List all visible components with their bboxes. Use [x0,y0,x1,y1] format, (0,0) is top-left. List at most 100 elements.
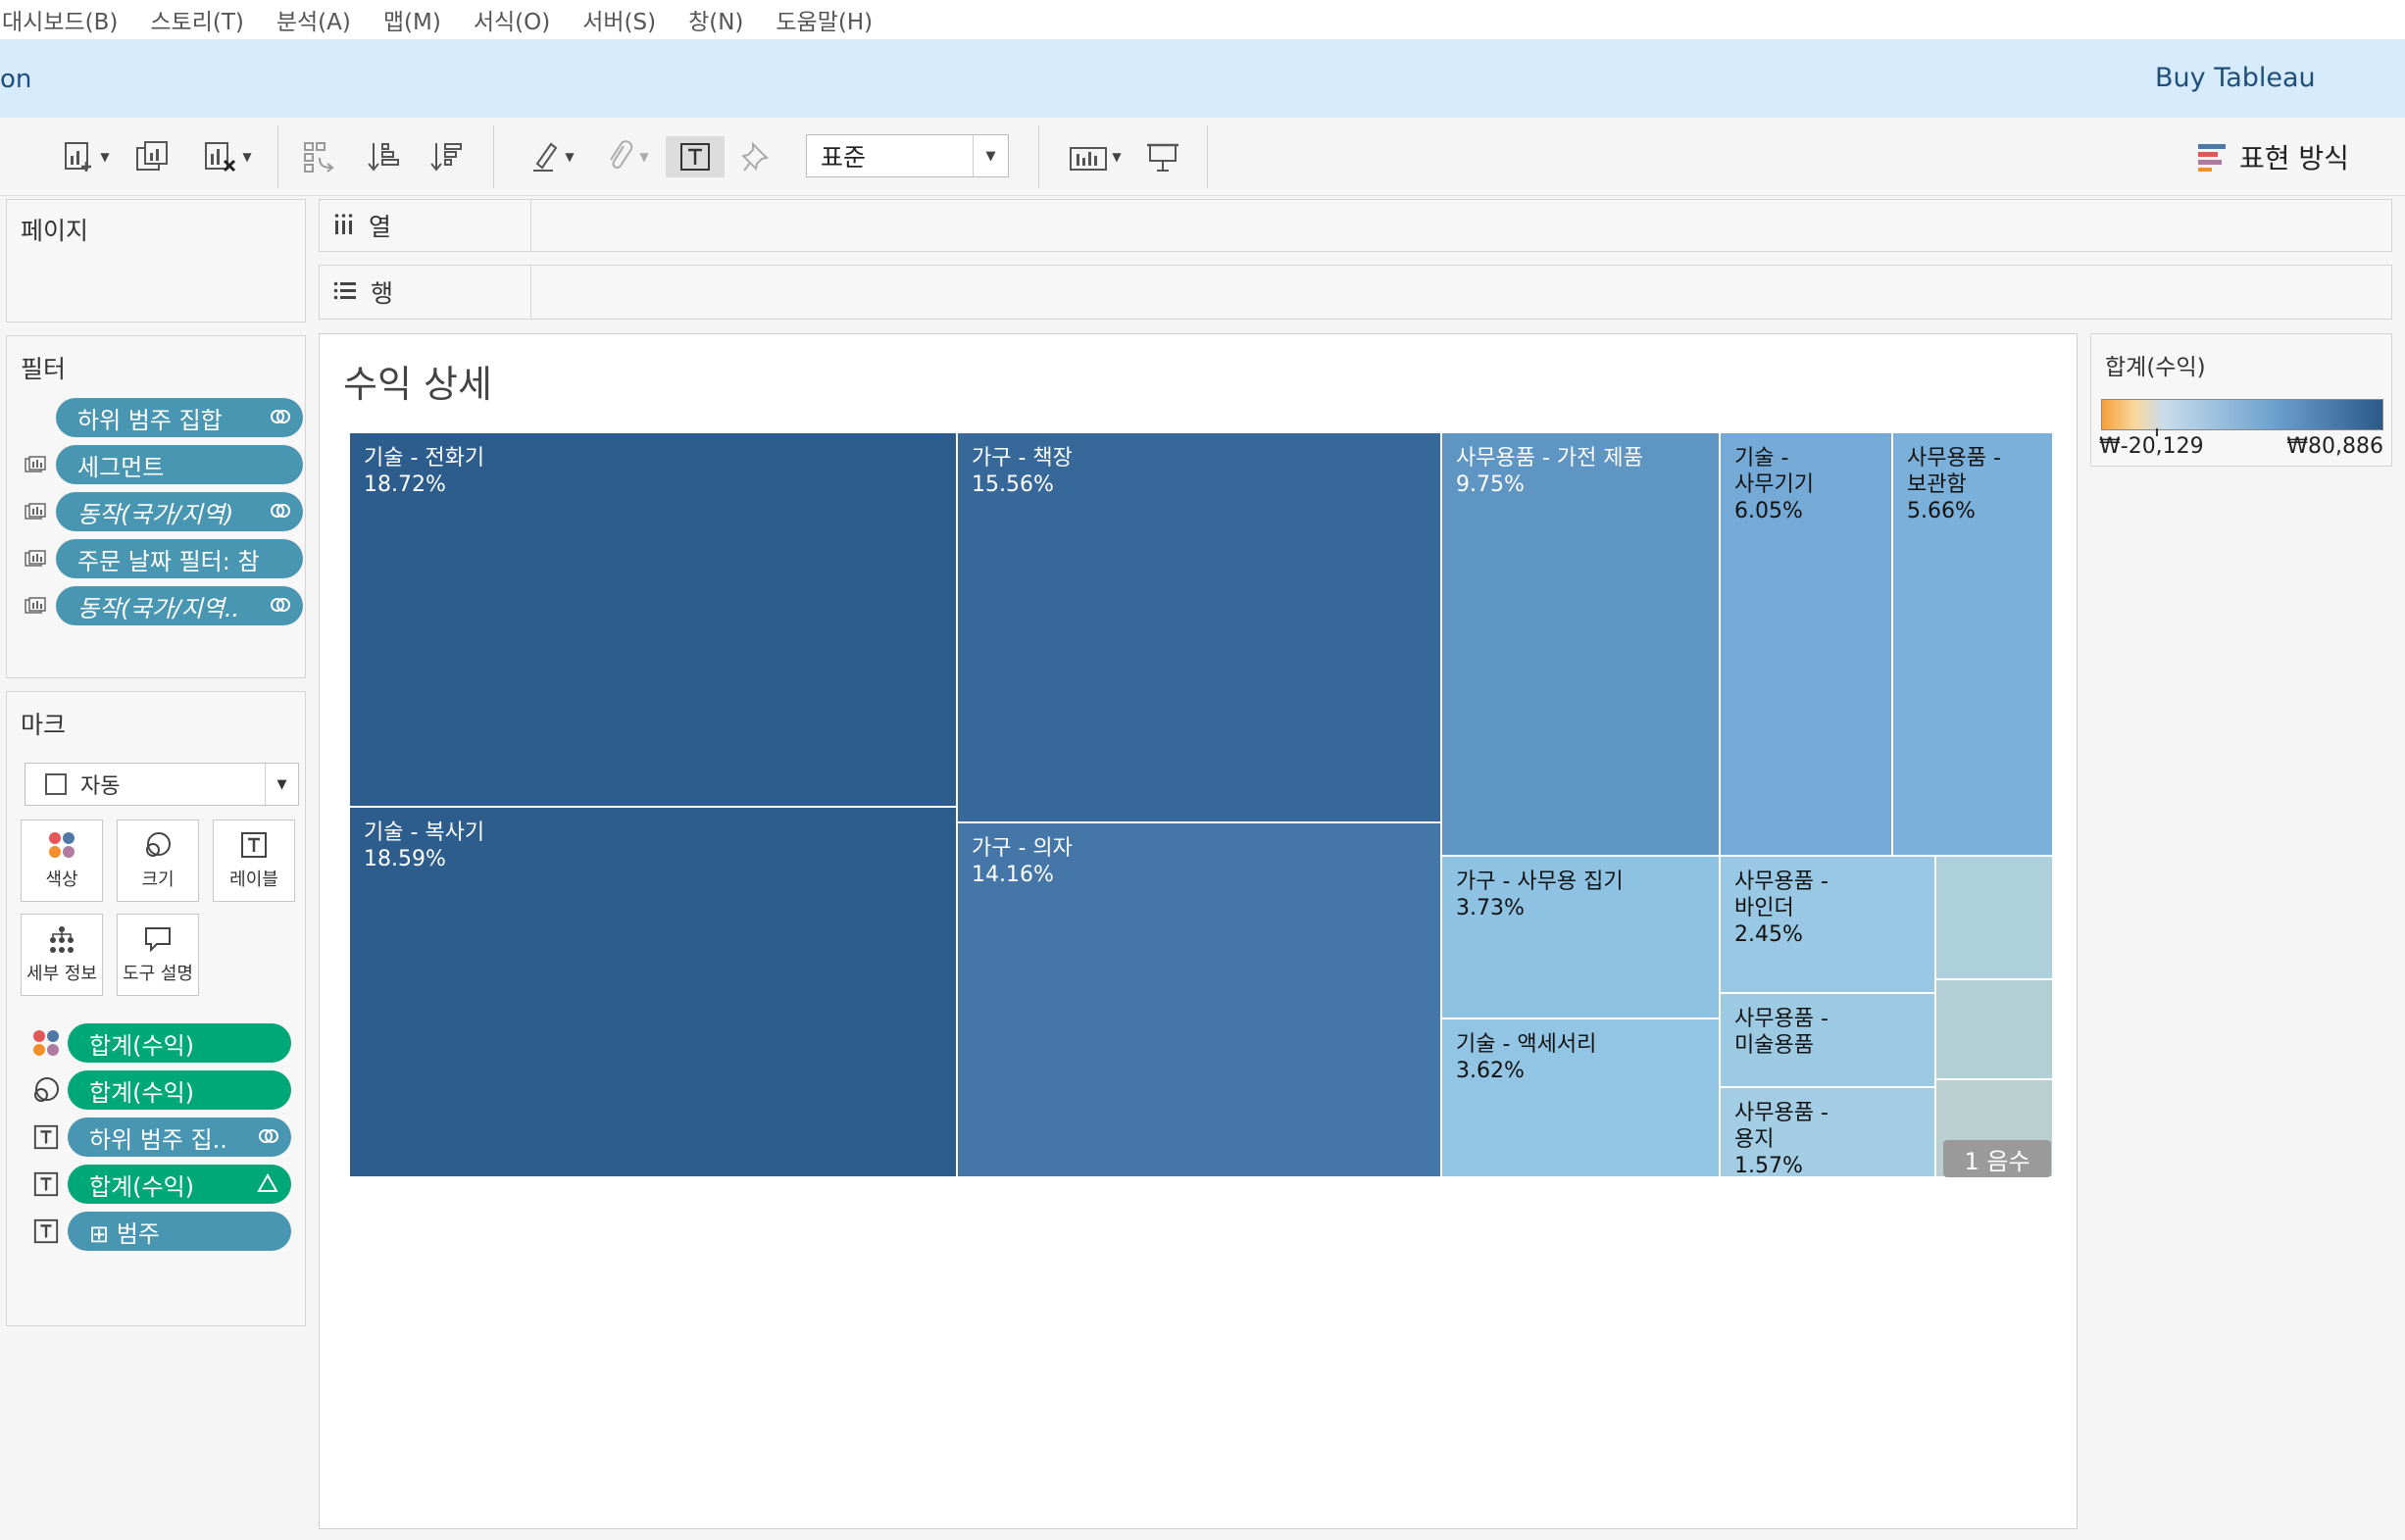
treemap-tile-percent: 14.16% [972,863,1054,887]
presentation-mode-button[interactable] [1143,137,1182,176]
mark-type-value: 자동 [80,774,121,799]
marks-field-pill[interactable]: 합계(수익) [68,1070,291,1110]
treemap-tile[interactable]: 기술 - 전화기 18.72% [349,432,957,807]
highlight-button[interactable]: ▼ [520,137,584,176]
viz-area: 수익 상세 기술 - 전화기 18.72% 기술 - 복사기 18.59% 가구 - 책… [319,333,2078,1529]
treemap-tile-label: 가구 - 사무용 집기 3.73% [1456,869,1624,920]
duplicate-icon [136,141,168,171]
marks-field-pill[interactable]: 합계(수익) [68,1165,291,1204]
legend-min: ₩-20,129 [2099,434,2204,459]
marks-field-label: 하위 범주 집.. [89,1125,227,1154]
rows-shelf[interactable]: 행 [319,265,2392,320]
label-encoding-icon [30,1121,62,1153]
menu-item[interactable]: 도움말(H) [776,3,873,36]
marks-field-pill[interactable]: 하위 범주 집.. [68,1118,291,1157]
columns-shelf[interactable]: 열 [319,199,2392,252]
rows-label: 행 [371,279,394,308]
treemap-tile-percent: 15.56% [972,472,1054,497]
cards-icon [1070,147,1108,171]
swap-icon [304,142,334,173]
filter-pill[interactable]: 하위 범주 집합 [56,398,303,437]
filter-pill[interactable]: 동작(국가/지역) [56,492,303,531]
menu-item[interactable]: 창(N) [688,3,743,36]
show-me-icon [2198,144,2226,172]
chevron-down-icon: ▼ [1112,150,1122,164]
treemap-tile[interactable]: 사무용품 - 바인더 2.45% [1720,856,1935,993]
filter-pill-label: 동작(국가/지역.. [77,594,240,622]
size-button-label: 크기 [141,869,175,890]
treemap-tile[interactable]: 기술 - 사무기기 6.05% [1720,432,1892,856]
treemap-tile-percent: 5.66% [1907,499,1976,523]
presentation-icon [1147,143,1178,172]
columns-label: 열 [369,213,392,241]
toolbar-divider [1207,125,1208,188]
label-button[interactable]: 레이블 [213,820,295,902]
filter-pill[interactable]: 세그먼트 [56,445,303,484]
sort-descending-button[interactable] [427,137,467,176]
sort-descending-icon [430,143,462,172]
mark-type-select[interactable]: 자동 ▼ [25,763,299,806]
treemap-tile-label: 기술 - 복사기 18.59% [364,820,485,871]
treemap-tile[interactable]: 사무용품 - 보관함 5.66% [1892,432,2053,856]
show-cards-button[interactable]: ▼ [1061,137,1129,176]
show-me-button[interactable]: 표현 방식 [2196,139,2349,174]
toolbar-divider [1038,125,1039,188]
menu-bar: 대시보드(B) 스토리(T) 분석(A) 맵(M) 서식(O) 서버(S) 창(N) 도움말(… [0,0,2405,39]
tooltip-button[interactable]: 도구 설명 [117,914,199,996]
detail-button[interactable]: 세부 정보 [21,914,103,996]
size-button[interactable]: 크기 [117,820,199,902]
treemap-tile[interactable]: 사무용품 - 용지 1.57% [1720,1087,1935,1177]
tooltip-icon [145,927,171,953]
pages-card[interactable]: 페이지 [6,199,306,323]
fit-select[interactable]: 표준 ▼ [806,134,1009,177]
treemap-tile-label: 사무용품 - 바인더 2.45% [1734,869,1829,947]
filters-card: 필터 하위 범주 집합세그먼트동작(국가/지역) 주문 날짜 필터: 참동작(국가… [6,335,306,678]
treemap-tile-label: 기술 - 전화기 18.72% [364,446,485,497]
menu-item[interactable]: 맵(M) [383,3,441,36]
menu-item[interactable]: 스토리(T) [150,3,243,36]
label-encoding-icon [30,1168,62,1200]
color-button[interactable]: 색상 [21,820,103,902]
treemap-tile[interactable]: 사무용품 - 미술용품 [1720,993,1935,1087]
window-title-fragment: on [0,65,32,94]
duplicate-sheet-button[interactable] [133,137,173,176]
treemap-tile[interactable]: 기술 - 복사기 18.59% [349,807,957,1177]
treemap-tile[interactable]: 기술 - 액세서리 3.62% [1441,1018,1720,1177]
treemap-tile-label: 가구 - 책장 15.56% [972,446,1073,497]
marks-card: 마크 자동 ▼ 색상 크기 레이블 세부 정보 도구 설명 합계(수익) 합계(수… [6,691,306,1326]
treemap-tile[interactable] [1935,856,2053,979]
menu-item[interactable]: 분석(A) [276,3,351,36]
treemap-tile[interactable]: 가구 - 책장 15.56% [957,432,1441,822]
treemap-tile[interactable]: 가구 - 사무용 집기 3.73% [1441,856,1720,1018]
filter-pill[interactable]: 주문 날짜 필터: 참 [56,539,303,578]
set-icon [270,500,291,527]
group-members-button[interactable]: ▼ [594,137,659,176]
show-mark-labels-button[interactable] [666,136,725,177]
new-worksheet-button[interactable]: ▼ [51,137,122,176]
clear-sheet-button[interactable]: ▼ [192,137,263,176]
pages-title: 페이지 [21,217,89,245]
menu-item[interactable]: 서버(S) [582,3,656,36]
marks-field-pill[interactable]: ⊞ 범주 [68,1212,291,1251]
buy-tableau-link[interactable]: Buy Tableau [2155,63,2316,93]
chevron-down-icon: ▼ [565,150,575,164]
fix-axes-button[interactable] [737,137,777,176]
menu-item[interactable]: 서식(O) [474,3,550,36]
new-worksheet-icon [65,142,92,172]
label-button-label: 레이블 [229,869,278,890]
treemap-tile[interactable] [1935,979,2053,1079]
sort-ascending-button[interactable] [365,137,404,176]
color-button-label: 색상 [45,869,78,890]
filters-title: 필터 [21,355,67,383]
marks-field-pill[interactable]: 합계(수익) [68,1023,291,1063]
tooltip-button-label: 도구 설명 [123,964,193,984]
menu-item[interactable]: 대시보드(B) [2,3,118,36]
null-indicator-badge[interactable]: 1 음수 [1943,1140,2051,1177]
treemap-tile[interactable]: 가구 - 의자 14.16% [957,822,1441,1177]
toolbar-divider [493,125,494,188]
filter-pill[interactable]: 동작(국가/지역.. [56,586,303,625]
swap-rows-columns-button[interactable] [300,137,339,176]
treemap-tile[interactable]: 사무용품 - 가전 제품 9.75% [1441,432,1720,856]
show-me-label: 표현 방식 [2239,142,2349,174]
marks-field-label: ⊞ 범주 [89,1219,160,1248]
